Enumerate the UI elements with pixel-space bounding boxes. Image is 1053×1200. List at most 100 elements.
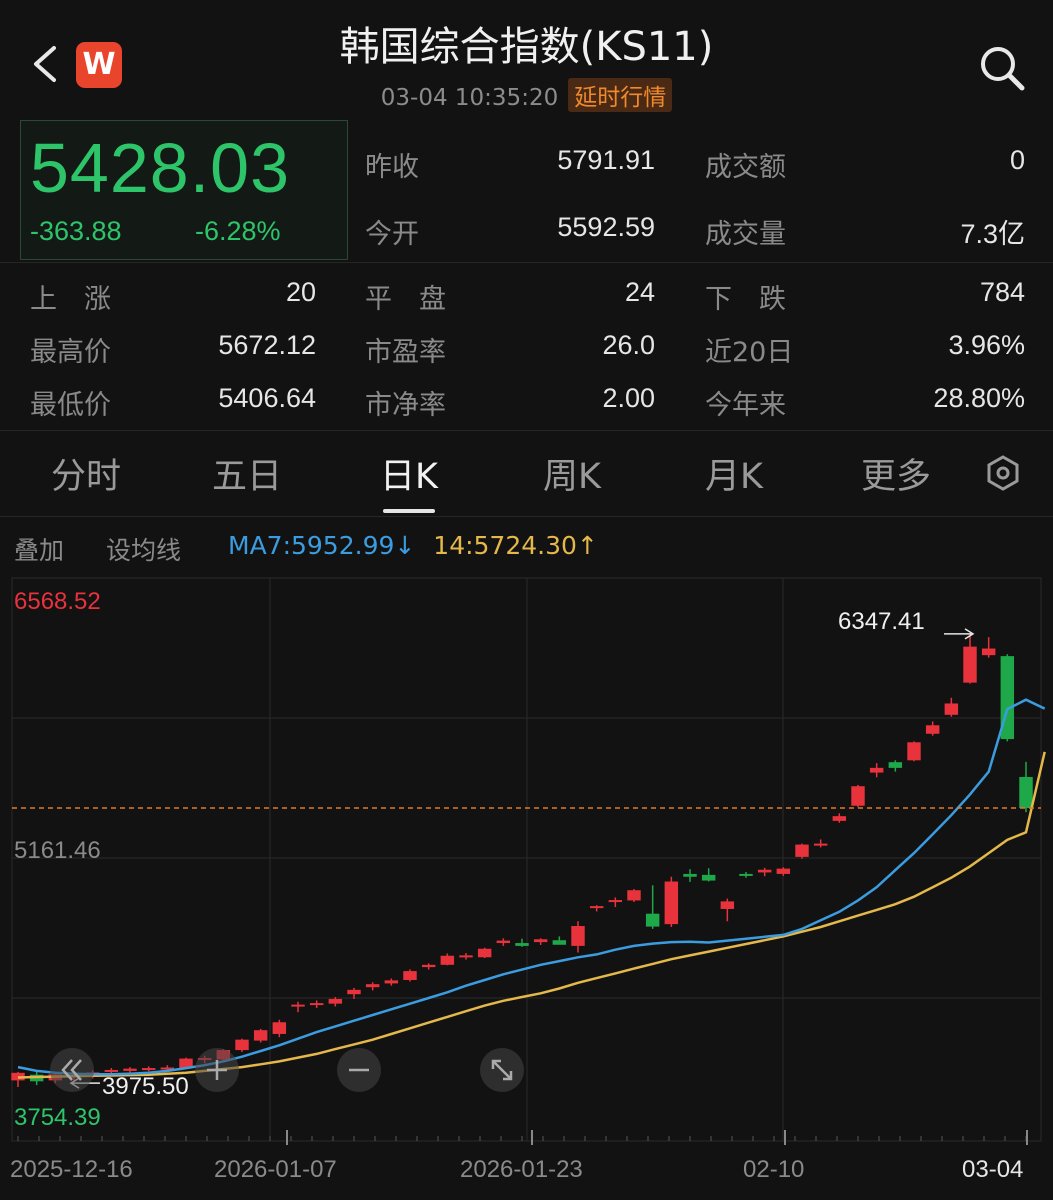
y-min-label: 3754.39: [14, 1104, 101, 1131]
date-label-3: 2026-01-23: [460, 1156, 583, 1183]
up-count-value: 20: [285, 277, 316, 307]
chart-settings-icon[interactable]: [984, 454, 1022, 492]
volume-label: 成交量: [705, 219, 786, 250]
candle-body: [907, 742, 921, 761]
candle-body: [141, 1068, 156, 1071]
candle-body: [403, 971, 417, 980]
candles: [11, 633, 1033, 1088]
candle-body: [813, 843, 828, 846]
turnover-value: 0: [1009, 145, 1025, 175]
candle-body: [328, 998, 343, 1004]
ma14-value: 14:5724.30↑: [433, 531, 598, 560]
chart-grid: [11, 577, 1042, 1145]
candle-body: [664, 881, 679, 925]
prev-close-value: 5791.91: [557, 145, 655, 175]
low-value: 5406.64: [218, 383, 316, 413]
scroll-left-button[interactable]: [50, 1048, 94, 1092]
ytd-value: 28.80%: [933, 383, 1025, 413]
y-mid-label: 5161.46: [14, 837, 101, 864]
date-label-5: 03-04: [962, 1156, 1024, 1183]
low-label: 最低价: [30, 390, 111, 421]
date-label-4: 02-10: [743, 1156, 805, 1183]
d20-label: 近20日: [705, 337, 794, 368]
tab-more[interactable]: 更多: [840, 448, 952, 499]
zoom-out-button[interactable]: [337, 1048, 381, 1092]
candle-body: [776, 868, 791, 874]
candle-body: [627, 890, 641, 901]
candle-body: [701, 874, 716, 881]
candle-body: [720, 901, 735, 909]
double-chevron-left-icon: [61, 1059, 82, 1081]
ma14-line: [17, 751, 1046, 1079]
pe-label: 市盈率: [365, 337, 446, 368]
candlestick-chart[interactable]: [0, 570, 1053, 1155]
candle-body: [104, 1069, 119, 1072]
candle-body: [589, 906, 604, 909]
candle-body: [253, 1030, 268, 1041]
prev-close-label: 昨收: [365, 152, 419, 183]
candle-body: [981, 648, 996, 656]
high-value: 5672.12: [218, 330, 316, 360]
candle-body: [963, 646, 977, 683]
down-count-value: 784: [979, 277, 1025, 307]
divider: [0, 430, 1053, 431]
tab-weekly-k[interactable]: 周K: [516, 448, 628, 499]
d20-value: 3.96%: [948, 330, 1025, 360]
zoom-in-button[interactable]: [195, 1048, 239, 1092]
candle-body: [757, 869, 772, 873]
tab-intraday[interactable]: 分时: [30, 448, 142, 499]
candle-body: [571, 926, 585, 946]
price-change-pct: -6.28%: [195, 216, 281, 246]
candle-body: [272, 1022, 287, 1034]
y-max-label: 6568.52: [14, 588, 101, 615]
candle-body: [795, 844, 809, 857]
tab-five-day[interactable]: 五日: [191, 448, 303, 499]
pe-value: 26.0: [602, 330, 655, 360]
candle-body: [739, 873, 753, 876]
high-label: 最高价: [30, 337, 111, 368]
open-value: 5592.59: [557, 212, 655, 242]
candle-body: [1019, 776, 1033, 809]
candle-body: [851, 786, 865, 806]
candle-body: [123, 1068, 137, 1071]
candle-body: [477, 948, 492, 958]
minus-icon: [349, 1068, 369, 1072]
turnover-label: 成交额: [705, 152, 786, 183]
current-price: 5428.03: [30, 129, 291, 207]
candle-body: [421, 964, 436, 968]
flat-count-label: 平 盘: [365, 284, 446, 315]
pb-label: 市净率: [365, 390, 446, 421]
ma-legend: MA7:5952.99↓ 14:5724.30↑: [228, 531, 598, 560]
volume-value: 7.3亿: [960, 219, 1025, 249]
page-title: 韩国综合指数(KS11): [339, 24, 714, 70]
candle-body: [365, 984, 380, 988]
plus-icon: [207, 1060, 227, 1080]
search-icon[interactable]: [978, 44, 1026, 92]
candle-body: [533, 939, 548, 943]
candle-body: [496, 940, 511, 944]
overlay-button[interactable]: 叠加: [14, 531, 64, 567]
candle-body: [384, 980, 399, 984]
tab-daily-k[interactable]: 日K: [353, 448, 465, 499]
set-ma-button[interactable]: 设均线: [106, 531, 181, 567]
candle-body: [608, 900, 623, 903]
candle-body: [645, 913, 660, 927]
quote-datetime: 03-04 10:35:20: [380, 85, 559, 111]
fullscreen-button[interactable]: [480, 1048, 524, 1092]
down-count-label: 下 跌: [705, 284, 786, 315]
candle-body: [832, 816, 847, 821]
ma7-line: [17, 698, 1046, 1076]
up-count-label: 上 涨: [30, 284, 111, 315]
candle-body: [888, 762, 903, 768]
candle-body: [925, 725, 940, 734]
tab-monthly-k[interactable]: 月K: [678, 448, 790, 499]
delay-badge: 延时行情: [568, 78, 673, 112]
candle-body: [552, 940, 567, 945]
price-change: -363.88: [30, 216, 122, 246]
candle-body: [869, 767, 884, 773]
open-label: 今开: [365, 219, 419, 250]
candle-body: [459, 955, 473, 958]
candle-body: [440, 955, 455, 965]
candle-body: [309, 1003, 324, 1006]
date-label-2: 2026-01-07: [214, 1156, 337, 1183]
